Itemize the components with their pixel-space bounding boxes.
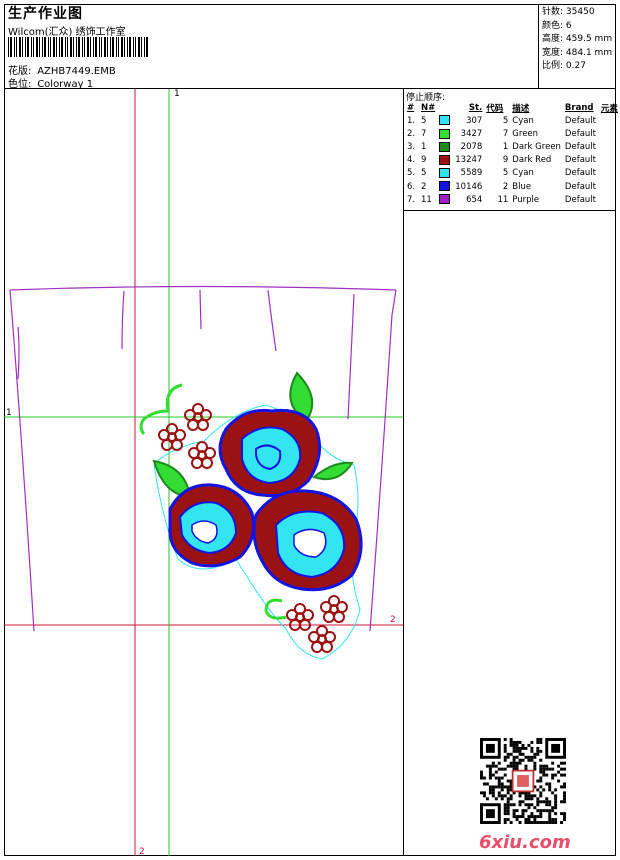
axis-label-bottom: 2: [139, 847, 145, 856]
panel-separator: [403, 210, 616, 211]
table-row: 7. 11 654 11 Purple Default: [407, 194, 596, 205]
table-header: # N# St. 代码 描述 Brand 元素: [407, 103, 618, 114]
design-canvas: 1 2 2 1: [4, 89, 403, 856]
stat-colors: 颜色: 6: [542, 20, 572, 31]
rose-left: [168, 483, 255, 568]
color-swatch: [439, 115, 451, 126]
watermark-logo: 6xiu.com: [479, 832, 571, 853]
color-swatch: [439, 194, 451, 205]
table-row: 4. 9 13247 9 Dark Red Default: [407, 154, 596, 166]
table-row: 5. 5 5589 5 Cyan Default: [407, 168, 596, 179]
axis-label-left: 1: [6, 408, 12, 418]
qr-code-icon: [480, 738, 566, 824]
page-title: 生产作业图: [8, 6, 83, 22]
table-row: 1. 5 307 5 Cyan Default: [407, 115, 596, 126]
color-swatch: [439, 154, 451, 165]
table-row: 6. 2 10146 2 Blue Default: [407, 181, 596, 192]
table-row: 2. 7 3427 7 Green Default: [407, 128, 596, 139]
color-swatch: [439, 141, 451, 152]
color-swatch: [439, 168, 451, 179]
rose-right: [252, 489, 363, 592]
colorway-label: 色位:: [8, 79, 32, 90]
barcode-icon: [8, 37, 148, 57]
axis-label-right: 2: [390, 615, 396, 625]
rose-top: [218, 408, 322, 498]
stop-sequence-table: # N# St. 代码 描述 Brand 元素 1. 5 307 5 Cyan Defau…: [405, 102, 620, 206]
stat-height: 高度: 459.5 mm: [542, 34, 613, 44]
leaf-right: [311, 461, 354, 481]
colorway-line: 色位: Colorway 1: [8, 75, 93, 90]
stats-block: 针数: 35450 颜色: 6 高度: 459.5 mm 宽度: 484.1 m…: [542, 6, 612, 74]
company-name: Wilcom(汇众) 绣饰工作室: [8, 27, 126, 38]
stat-scale: 比例: 0.27: [542, 61, 586, 71]
color-swatch: [439, 181, 451, 192]
stats-divider: [538, 4, 539, 88]
color-swatch: [439, 128, 451, 139]
stat-stitches: 针数: 35450: [542, 7, 595, 17]
table-row: 3. 1 2078 1 Dark Green Default: [407, 141, 596, 152]
stat-width: 宽度: 484.1 mm: [542, 47, 613, 58]
axis-label-top: 1: [174, 89, 180, 99]
panel-divider: [403, 88, 404, 856]
